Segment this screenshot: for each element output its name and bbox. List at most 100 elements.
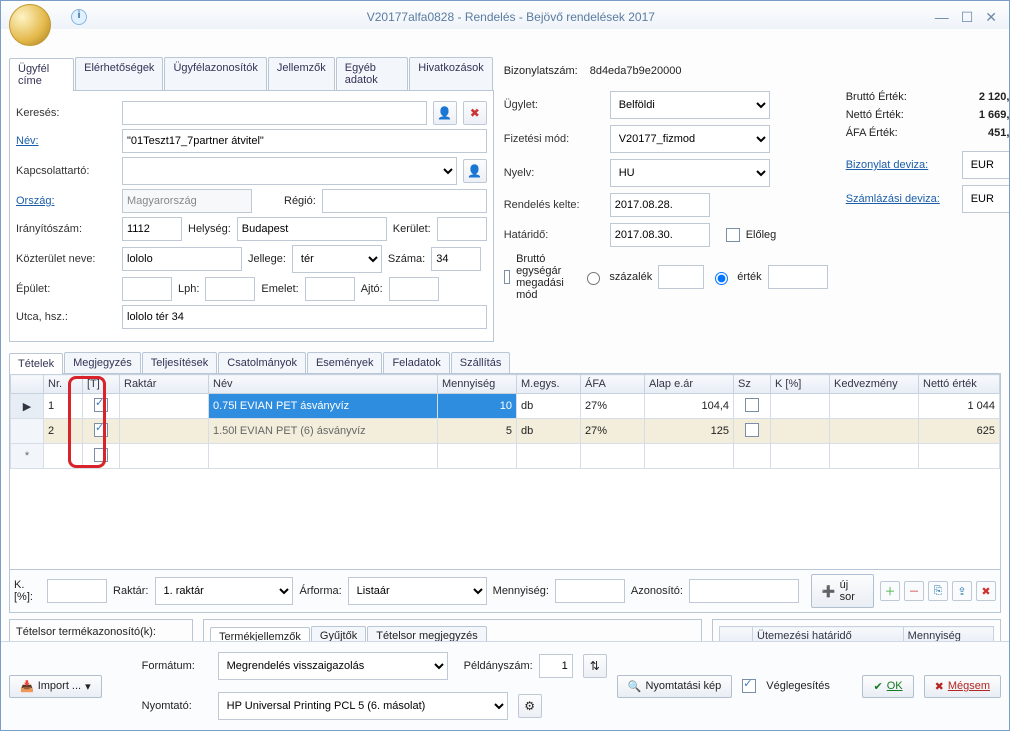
ok-button[interactable]: ✔OK <box>862 675 913 698</box>
info-icon[interactable]: i <box>71 9 87 25</box>
rendkelte-input[interactable] <box>610 193 710 217</box>
kereses-input[interactable] <box>122 101 427 125</box>
nyomtkep-button[interactable]: 🔍Nyomtatási kép <box>617 675 733 698</box>
ujsor-button[interactable]: ➕új sor <box>811 574 874 608</box>
regio-input[interactable] <box>322 189 487 213</box>
col-afa[interactable]: ÁFA <box>581 375 645 394</box>
azonosito-input[interactable] <box>689 579 799 603</box>
table-row-new[interactable]: * <box>11 444 1000 469</box>
row-sz-checkbox[interactable] <box>745 398 759 412</box>
row-t-checkbox[interactable] <box>94 398 108 412</box>
minimize-icon[interactable]: — <box>935 9 949 26</box>
grid-clear-icon[interactable]: ✖ <box>976 581 996 601</box>
subtab-termekjellemzok[interactable]: Termékjellemzők <box>210 627 310 641</box>
row-t-checkbox[interactable] <box>94 448 108 462</box>
grid-add-icon[interactable]: ＋ <box>880 581 900 601</box>
emelet-input[interactable] <box>305 277 355 301</box>
hatarido-input[interactable] <box>610 223 710 247</box>
szazalek-input[interactable] <box>658 265 704 289</box>
close-icon[interactable]: ✕ <box>985 9 997 26</box>
orszag-label[interactable]: Ország: <box>16 195 116 207</box>
tab-elerhetosegek[interactable]: Elérhetőségek <box>75 57 163 90</box>
tab-szallitas[interactable]: Szállítás <box>451 352 511 373</box>
row-t-checkbox[interactable] <box>94 423 108 437</box>
col-kpct[interactable]: K [%] <box>771 375 830 394</box>
col-alap[interactable]: Alap e.ár <box>645 375 734 394</box>
szamdev-select[interactable]: EUR <box>962 185 1009 213</box>
tab-teljesitesek[interactable]: Teljesítések <box>142 352 217 373</box>
col-raktar[interactable]: Raktár <box>120 375 209 394</box>
table-row[interactable]: ▶ 1 0.75l EVIAN PET ásványvíz 10 db 27% … <box>11 394 1000 419</box>
tab-esemenyek[interactable]: Események <box>307 352 382 373</box>
tab-megjegyzes[interactable]: Megjegyzés <box>64 352 141 373</box>
gear-icon[interactable]: ⚙ <box>518 694 542 718</box>
items-grid[interactable]: Nr. [T] Raktár Név Mennyiség M.egys. ÁFA… <box>10 374 1000 469</box>
col-menny[interactable]: Mennyiség <box>438 375 517 394</box>
ajto-input[interactable] <box>389 277 439 301</box>
ertek-radio[interactable] <box>715 272 728 285</box>
subtab-tetelsor-megj[interactable]: Tételsor megjegyzés <box>367 626 487 641</box>
bizdev-label[interactable]: Bizonylat deviza: <box>846 159 956 171</box>
import-button[interactable]: 📥Import ... ▾ <box>9 675 102 698</box>
col-megys[interactable]: M.egys. <box>517 375 581 394</box>
nev-label[interactable]: Név: <box>16 135 116 147</box>
col-t[interactable]: [T] <box>83 375 120 394</box>
brutto-unit-checkbox[interactable] <box>504 270 510 284</box>
helyseg-input[interactable] <box>237 217 387 241</box>
megsem-button[interactable]: ✖Mégsem <box>924 675 1001 698</box>
tab-ugyfelazonositok[interactable]: Ügyfélazonosítók <box>164 57 266 90</box>
irsz-input[interactable] <box>122 217 182 241</box>
arforma-select[interactable]: Listaár <box>348 577 487 605</box>
szamdev-label[interactable]: Számlázási deviza: <box>846 193 956 205</box>
nyomtato-select[interactable]: HP Universal Printing PCL 5 (6. másolat) <box>218 692 508 720</box>
fizmod-select[interactable]: V20177_fizmod <box>610 125 770 153</box>
contact-icon[interactable]: 👤 <box>463 159 487 183</box>
maximize-icon[interactable]: ☐ <box>961 9 974 26</box>
grid-copy-icon[interactable]: ⎘ <box>928 581 948 601</box>
col-netto[interactable]: Nettó érték <box>919 375 1000 394</box>
eloleg-checkbox[interactable] <box>726 228 740 242</box>
col-nev[interactable]: Név <box>209 375 438 394</box>
utca-input[interactable] <box>122 305 487 329</box>
col-nr[interactable]: Nr. <box>44 375 83 394</box>
lph-input[interactable] <box>205 277 255 301</box>
add-customer-icon[interactable]: 👤 <box>433 101 457 125</box>
raktar-select[interactable]: 1. raktár <box>155 577 294 605</box>
table-row[interactable]: 2 1.50l EVIAN PET (6) ásványvíz 5 db 27%… <box>11 419 1000 444</box>
tab-tetelek[interactable]: Tételek <box>9 353 63 374</box>
szazalek-radio[interactable] <box>587 272 600 285</box>
kerulet-input[interactable] <box>437 217 487 241</box>
spinner-icon[interactable]: ⇅ <box>583 654 607 678</box>
ugylet-select[interactable]: Belföldi <box>610 91 770 119</box>
vegleg-checkbox[interactable] <box>742 679 756 693</box>
kozterulet-input[interactable] <box>122 247 242 271</box>
tab-jellemzok[interactable]: Jellemzők <box>268 57 335 90</box>
kapcsolattarto-select[interactable] <box>122 157 457 185</box>
nyelv-select[interactable]: HU <box>610 159 770 187</box>
row-sz-checkbox[interactable] <box>745 423 759 437</box>
col-utemhatarido[interactable]: Ütemezési határidő <box>753 627 904 642</box>
bizdev-select[interactable]: EUR <box>962 151 1009 179</box>
remove-customer-icon[interactable]: ✖ <box>463 101 487 125</box>
tab-hivatkozasok[interactable]: Hivatkozások <box>409 57 492 90</box>
tab-ugyfel-cime[interactable]: Ügyfél címe <box>9 58 74 91</box>
col-utemmenny[interactable]: Mennyiség <box>903 627 993 642</box>
orszag-input[interactable] <box>122 189 252 213</box>
tab-feladatok[interactable]: Feladatok <box>383 352 449 373</box>
szama-input[interactable] <box>431 247 481 271</box>
col-kedv[interactable]: Kedvezmény <box>830 375 919 394</box>
col-sz[interactable]: Sz <box>734 375 771 394</box>
formatum-select[interactable]: Megrendelés visszaigazolás <box>218 652 448 680</box>
tab-csatolmanyok[interactable]: Csatolmányok <box>218 352 306 373</box>
peldany-input[interactable] <box>539 654 573 678</box>
jellege-select[interactable]: tér <box>292 245 382 273</box>
tab-egyeb-adatok[interactable]: Egyéb adatok <box>336 57 409 90</box>
nev-input[interactable] <box>122 129 487 153</box>
kpct-input[interactable] <box>47 579 107 603</box>
subtab-gyujtok[interactable]: Gyűjtők <box>311 626 366 641</box>
epulet-input[interactable] <box>122 277 172 301</box>
grid-export-icon[interactable]: ⇪ <box>952 581 972 601</box>
menny-input[interactable] <box>555 579 625 603</box>
grid-del-icon[interactable]: － <box>904 581 924 601</box>
ertek-input[interactable] <box>768 265 828 289</box>
